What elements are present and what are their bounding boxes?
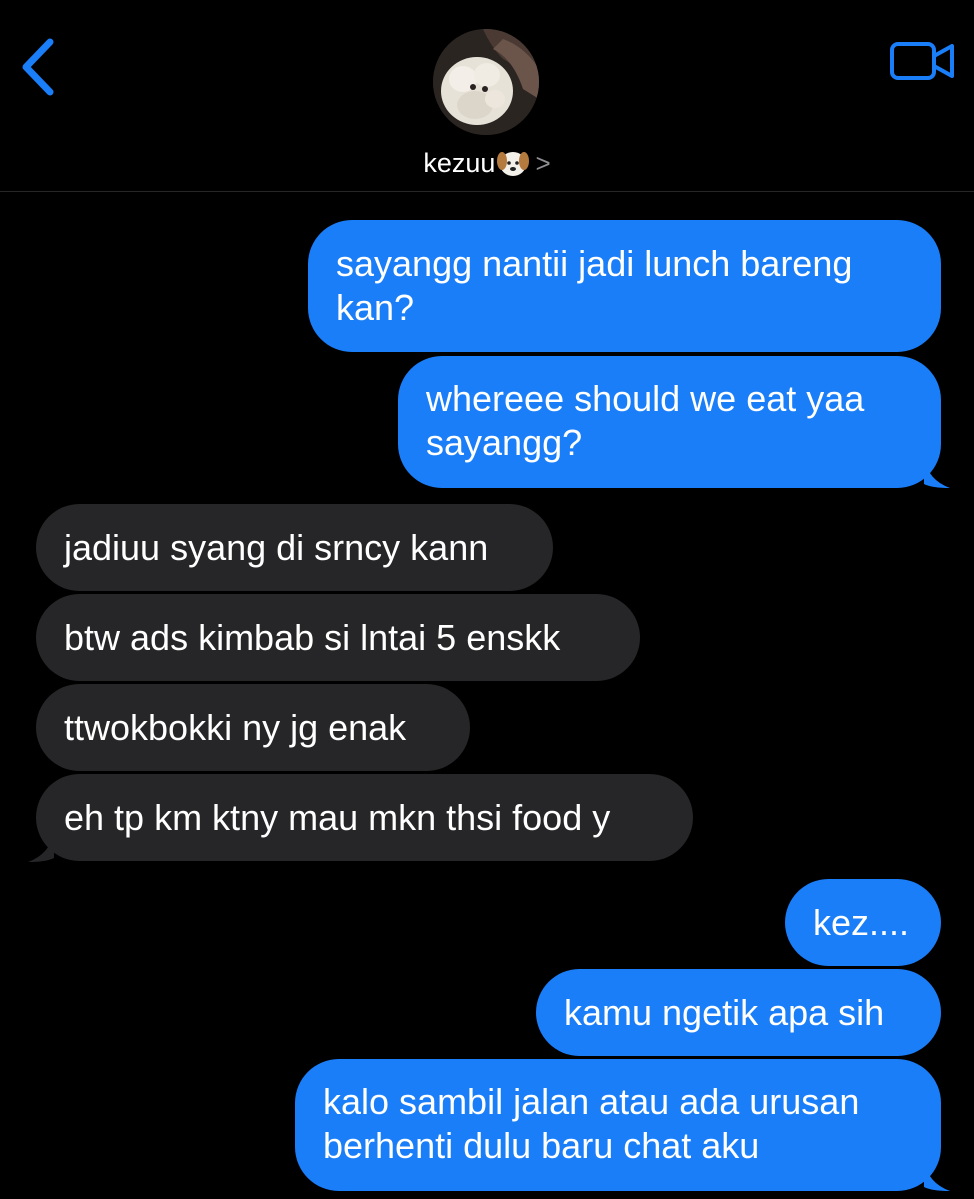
outgoing-message-bubble[interactable]: whereee should we eat yaa sayangg? — [398, 356, 941, 488]
contact-name: kezuu — [423, 148, 496, 178]
dog-face-icon — [497, 148, 530, 186]
message-text: eh tp km ktny mau mkn thsi food y — [64, 797, 611, 838]
message-text: kamu ngetik apa sih — [564, 992, 885, 1033]
video-camera-icon — [890, 42, 954, 80]
outgoing-message-bubble[interactable]: kalo sambil jalan atau ada urusan berhen… — [295, 1059, 941, 1191]
incoming-message-bubble[interactable]: jadiuu syang di srncy kann — [36, 504, 553, 591]
message-text: kez.... — [813, 902, 910, 943]
contact-name-button[interactable]: kezuu > — [0, 146, 974, 186]
conversation-header: kezuu > — [0, 0, 974, 192]
outgoing-message-bubble[interactable]: kamu ngetik apa sih — [536, 969, 941, 1056]
message-text: whereee should we eat yaa sayangg? — [426, 378, 865, 463]
outgoing-message-bubble[interactable]: sayangg nantii jadi lunch bareng kan? — [308, 220, 941, 352]
incoming-message-bubble[interactable]: ttwokbokki ny jg enak — [36, 684, 470, 771]
avatar-photo — [433, 29, 539, 135]
contact-avatar[interactable] — [433, 29, 539, 135]
message-text: jadiuu syang di srncy kann — [64, 527, 489, 568]
message-text: ttwokbokki ny jg enak — [64, 707, 407, 748]
back-button[interactable] — [14, 34, 64, 100]
incoming-message-bubble[interactable]: eh tp km ktny mau mkn thsi food y — [36, 774, 693, 861]
message-text: kalo sambil jalan atau ada urusan berhen… — [323, 1081, 860, 1166]
chevron-right-icon: > — [535, 148, 551, 178]
outgoing-message-bubble[interactable]: kez.... — [785, 879, 941, 966]
video-call-button[interactable] — [888, 40, 956, 82]
chevron-left-icon — [22, 38, 54, 96]
incoming-message-bubble[interactable]: btw ads kimbab si lntai 5 enskk — [36, 594, 640, 681]
message-text: sayangg nantii jadi lunch bareng kan? — [336, 243, 853, 328]
message-text: btw ads kimbab si lntai 5 enskk — [64, 617, 561, 658]
